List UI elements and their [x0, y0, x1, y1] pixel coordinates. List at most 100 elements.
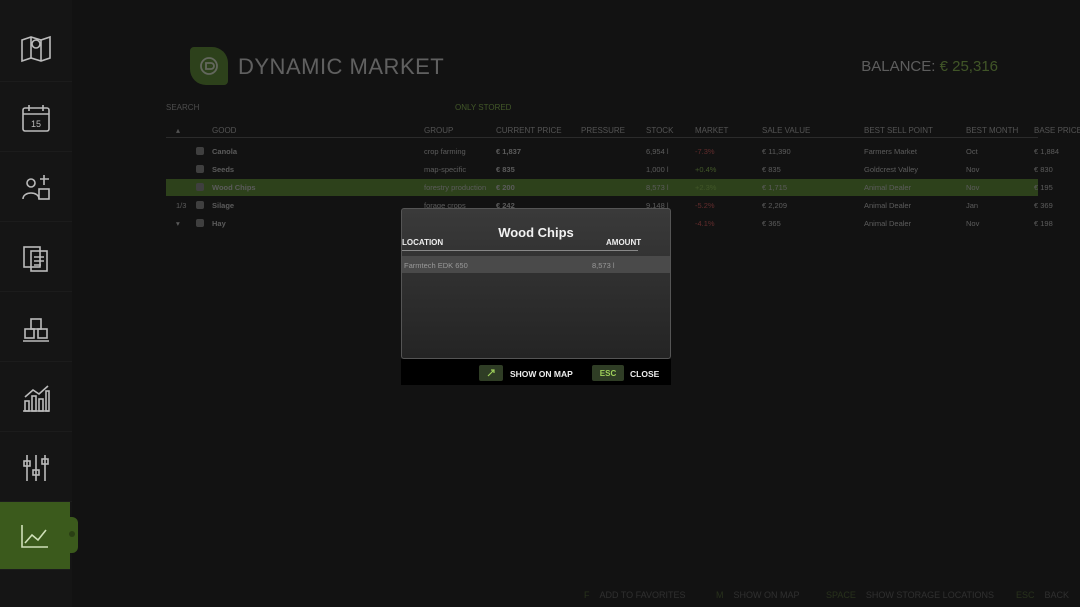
cell-sale: € 835: [762, 165, 781, 174]
column-header-best-sell-point[interactable]: BEST SELL POINT: [864, 126, 933, 135]
dialog-location-name: Farmtech EDK 650: [404, 261, 468, 270]
dialog-column-amount: AMOUNT: [606, 238, 642, 247]
sidebar-item-farmers[interactable]: [0, 154, 72, 222]
sidebar-item-dynamic-market[interactable]: [0, 502, 70, 570]
cell-market: +2.3%: [695, 183, 717, 192]
dialog-header-divider: [402, 250, 638, 251]
footer-key-space: SPACE: [826, 590, 856, 600]
close-button[interactable]: CLOSE: [630, 369, 659, 379]
show-on-map-key[interactable]: [479, 365, 503, 381]
cell-fav: 1/3: [176, 201, 187, 210]
sidebar-item-statistics[interactable]: [0, 364, 72, 432]
cell-sale: € 1,715: [762, 183, 788, 192]
cell-market: -4.1%: [695, 219, 715, 228]
cell-group: forestry production: [424, 183, 487, 192]
map-pin-icon: [487, 369, 495, 377]
sidebar-item-contracts[interactable]: [0, 224, 72, 292]
cell-base: € 369: [1034, 201, 1053, 210]
statistics-icon: [23, 384, 50, 412]
cell-best: Animal Dealer: [864, 201, 912, 210]
cell-price: € 1,837: [496, 147, 522, 156]
footer-key-f: F: [584, 590, 590, 600]
cell-month: Oct: [966, 147, 978, 156]
cell-base: € 1,884: [1034, 147, 1060, 156]
cell-month: Jan: [966, 201, 979, 210]
sidebar-item-production[interactable]: [0, 294, 72, 362]
balance-label: BALANCE:: [861, 58, 936, 75]
dialog-column-location: LOCATION: [402, 238, 444, 247]
column-header-best-month[interactable]: BEST MONTH: [966, 126, 1018, 135]
good-icon: [196, 147, 204, 155]
footer-back-label: BACK: [1044, 590, 1070, 600]
footer-show-on-map-label: SHOW ON MAP: [733, 590, 800, 600]
sidebar-item-map[interactable]: [0, 14, 72, 82]
dialog-location-row[interactable]: Farmtech EDK 650 8,573 l: [402, 256, 670, 273]
cell-best: Farmers Market: [864, 147, 917, 156]
cell-best: Animal Dealer: [864, 219, 912, 228]
footer-storage-label: SHOW STORAGE LOCATIONS: [865, 590, 995, 600]
cell-price: € 200: [496, 183, 515, 192]
column-header-good[interactable]: GOOD: [212, 126, 236, 135]
footer-add-favorites-label: ADD TO FAVORITES: [599, 590, 686, 600]
search-input[interactable]: SEARCH: [166, 103, 199, 112]
table-header: ▴ GOOD GROUP CURRENT PRICE PRESSURE STOC…: [166, 124, 1080, 138]
column-header-stock[interactable]: STOCK: [646, 126, 673, 135]
footer-show-storage-locations[interactable]: SPACE SHOW STORAGE LOCATIONS: [826, 590, 994, 600]
dialog-location-amount: 8,573 l: [592, 261, 615, 270]
cell-good: Canola: [212, 147, 238, 156]
sidebar-item-calendar[interactable]: 15: [0, 84, 72, 152]
table-row[interactable]: Wood Chips forestry production € 200 8,573 …: [166, 179, 1053, 196]
sort-icon[interactable]: ▴: [176, 126, 180, 135]
page-title: DYNAMIC MARKET: [238, 54, 445, 79]
cell-sale: € 365: [762, 219, 781, 228]
footer-add-favorites[interactable]: F ADD TO FAVORITES: [584, 590, 686, 600]
dialog-button-bar: SHOW ON MAP ESC CLOSE: [401, 359, 671, 385]
column-header-market[interactable]: MARKET: [695, 126, 728, 135]
table-row[interactable]: Canola crop farming € 1,837 6,954 l -7.3% € 1…: [166, 143, 1059, 160]
sidebar: 15: [0, 0, 78, 607]
cell-month: Nov: [966, 165, 980, 174]
good-icon: [196, 201, 204, 209]
only-stored-toggle[interactable]: ONLY STORED: [455, 103, 511, 112]
map-icon: [21, 35, 51, 62]
cell-stock: 8,573 l: [646, 183, 669, 192]
cell-stock: 1,000 l: [646, 165, 669, 174]
storage-locations-dialog: Wood Chips LOCATION AMOUNT Farmtech EDK …: [401, 208, 671, 359]
cell-group: crop farming: [424, 147, 466, 156]
market-chart-icon: [21, 524, 48, 548]
footer-back[interactable]: ESC BACK: [1016, 590, 1069, 600]
column-header-sale-value[interactable]: SALE VALUE: [762, 126, 810, 135]
calendar-icon: 15: [22, 104, 50, 132]
production-icon: [23, 317, 49, 342]
balance-value: € 25,316: [939, 58, 998, 75]
good-icon: [196, 219, 204, 227]
column-header-base-price[interactable]: BASE PRICE: [1034, 126, 1080, 135]
cell-best: Animal Dealer: [864, 183, 912, 192]
cell-group: map-specific: [424, 165, 467, 174]
balance: BALANCE: € 25,316: [861, 58, 998, 75]
show-on-map-button[interactable]: SHOW ON MAP: [510, 369, 573, 379]
esc-key[interactable]: ESC: [592, 365, 624, 381]
cell-good: Seeds: [212, 165, 235, 174]
column-header-current-price[interactable]: CURRENT PRICE: [496, 126, 562, 135]
good-icon: [196, 183, 204, 191]
app-logo: [190, 47, 228, 85]
settings-icon: [23, 454, 49, 481]
cell-sale: € 11,390: [762, 147, 791, 156]
cell-market: +0.4%: [695, 165, 717, 174]
sidebar-item-settings[interactable]: [0, 434, 72, 502]
column-header-pressure[interactable]: PRESSURE: [581, 126, 625, 135]
cell-market: -7.3%: [695, 147, 715, 156]
documents-icon: [23, 245, 48, 272]
footer-show-on-map[interactable]: M SHOW ON MAP: [716, 590, 800, 600]
cell-fav: ▾: [176, 219, 180, 228]
table-row[interactable]: Seeds map-specific € 835 1,000 l +0.4% € 835 G…: [166, 161, 1053, 178]
cell-month: Nov: [966, 183, 980, 192]
cell-best: Goldcrest Valley: [864, 165, 919, 174]
cell-base: € 195: [1034, 183, 1053, 192]
good-icon: [196, 165, 204, 173]
cell-month: Nov: [966, 219, 980, 228]
footer-key-esc: ESC: [1016, 590, 1035, 600]
column-header-group[interactable]: GROUP: [424, 126, 453, 135]
cell-good: Hay: [212, 219, 226, 228]
